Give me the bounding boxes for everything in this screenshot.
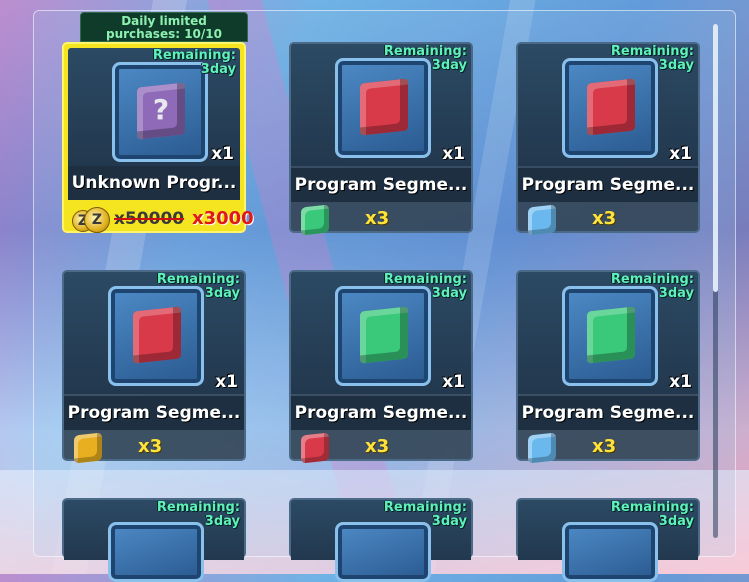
item-art: ? x1 Remaining: 3day [68,48,240,166]
item-name-bar: Program Segme... [64,396,244,430]
remaining-timer: Remaining: 3day [610,500,694,529]
z-coin-icon: Z [84,207,110,233]
remaining-timer: Remaining: 3day [383,272,467,301]
red-gem-icon [301,432,329,464]
green-gem-icon [301,204,329,236]
item-name-bar: Program Segme... [518,168,698,202]
price-row: x3 [291,204,471,236]
daily-limit-tag: Daily limited purchases: 10/10 [80,12,248,42]
price-quantity: x3 [592,208,617,229]
item-quantity: x1 [442,372,465,392]
price-row: x3 [291,432,471,464]
item-name: Program Segme... [521,175,695,195]
mystery-cube-icon: ? [137,82,185,140]
shop-item-card-2[interactable]: x1 Remaining: 3day Program Segme... x3 [289,42,473,236]
discount-price: x3000 [192,208,254,229]
blue-gem-icon [528,204,556,236]
item-frame [108,522,204,582]
shop-item-card-4[interactable]: x1 Remaining: 3day Program Segme... x3 [62,270,246,464]
item-quantity: x1 [442,144,465,164]
price-row: x3 [64,432,244,464]
shop-item-card-8[interactable]: Remaining: 3day [289,498,473,582]
price-quantity: x3 [138,436,163,457]
item-art: x1 Remaining: 3day [518,272,698,394]
red-cube-icon [360,78,408,136]
shop-item-card-1[interactable]: ? x1 Remaining: 3day Unknown Progr... Z … [62,42,254,233]
shop-item-card-9[interactable]: Remaining: 3day [516,498,700,582]
item-frame: ? [112,62,208,162]
item-frame [562,286,658,386]
item-name-bar: Program Segme... [291,168,471,202]
item-name: Unknown Progr... [71,173,237,193]
remaining-timer: Remaining: 3day [156,500,240,529]
item-name-bar: Program Segme... [291,396,471,430]
remaining-timer: Remaining: 3day [610,44,694,73]
item-name: Program Segme... [294,175,468,195]
item-name: Program Segme... [294,403,468,423]
price-row: x3 [518,204,698,236]
item-art: x1 Remaining: 3day [518,44,698,166]
item-quantity: x1 [215,372,238,392]
item-name-bar: Unknown Progr... [68,166,240,200]
price-row: x3 [518,432,698,464]
item-art: x1 Remaining: 3day [291,44,471,166]
gold-gem-icon [74,432,102,464]
green-cube-icon [587,306,635,364]
remaining-timer: Remaining: 3day [152,48,236,77]
item-quantity: x1 [669,372,692,392]
scrollbar-thumb[interactable] [713,24,718,292]
item-name: Program Segme... [67,403,241,423]
item-art: Remaining: 3day [291,500,471,582]
item-quantity: x1 [669,144,692,164]
price-row: Z Z x50000 x3000 [64,206,254,233]
remaining-timer: Remaining: 3day [156,272,240,301]
item-quantity: x1 [211,144,234,164]
item-art: x1 Remaining: 3day [291,272,471,394]
red-cube-icon [133,306,181,364]
daily-limit-line2: purchases: 10/10 [106,27,222,41]
item-frame [335,58,431,158]
item-frame [562,58,658,158]
blue-gem-icon [528,432,556,464]
item-name-bar: Program Segme... [518,396,698,430]
price-quantity: x3 [365,436,390,457]
item-art: x1 Remaining: 3day [64,272,244,394]
original-price: x50000 [114,209,185,229]
shop-item-card-3[interactable]: x1 Remaining: 3day Program Segme... x3 [516,42,700,236]
remaining-timer: Remaining: 3day [383,500,467,529]
shop-item-card-5[interactable]: x1 Remaining: 3day Program Segme... x3 [289,270,473,464]
price-quantity: x3 [592,436,617,457]
item-art: Remaining: 3day [518,500,698,582]
shop-item-card-7[interactable]: Remaining: 3day [62,498,246,582]
red-cube-icon [587,78,635,136]
item-frame [108,286,204,386]
item-frame [335,286,431,386]
shop-item-card-6[interactable]: x1 Remaining: 3day Program Segme... x3 [516,270,700,464]
item-frame [562,522,658,582]
item-frame [335,522,431,582]
green-cube-icon [360,306,408,364]
remaining-timer: Remaining: 3day [610,272,694,301]
item-name: Program Segme... [521,403,695,423]
remaining-timer: Remaining: 3day [383,44,467,73]
item-art: Remaining: 3day [64,500,244,582]
price-quantity: x3 [365,208,390,229]
